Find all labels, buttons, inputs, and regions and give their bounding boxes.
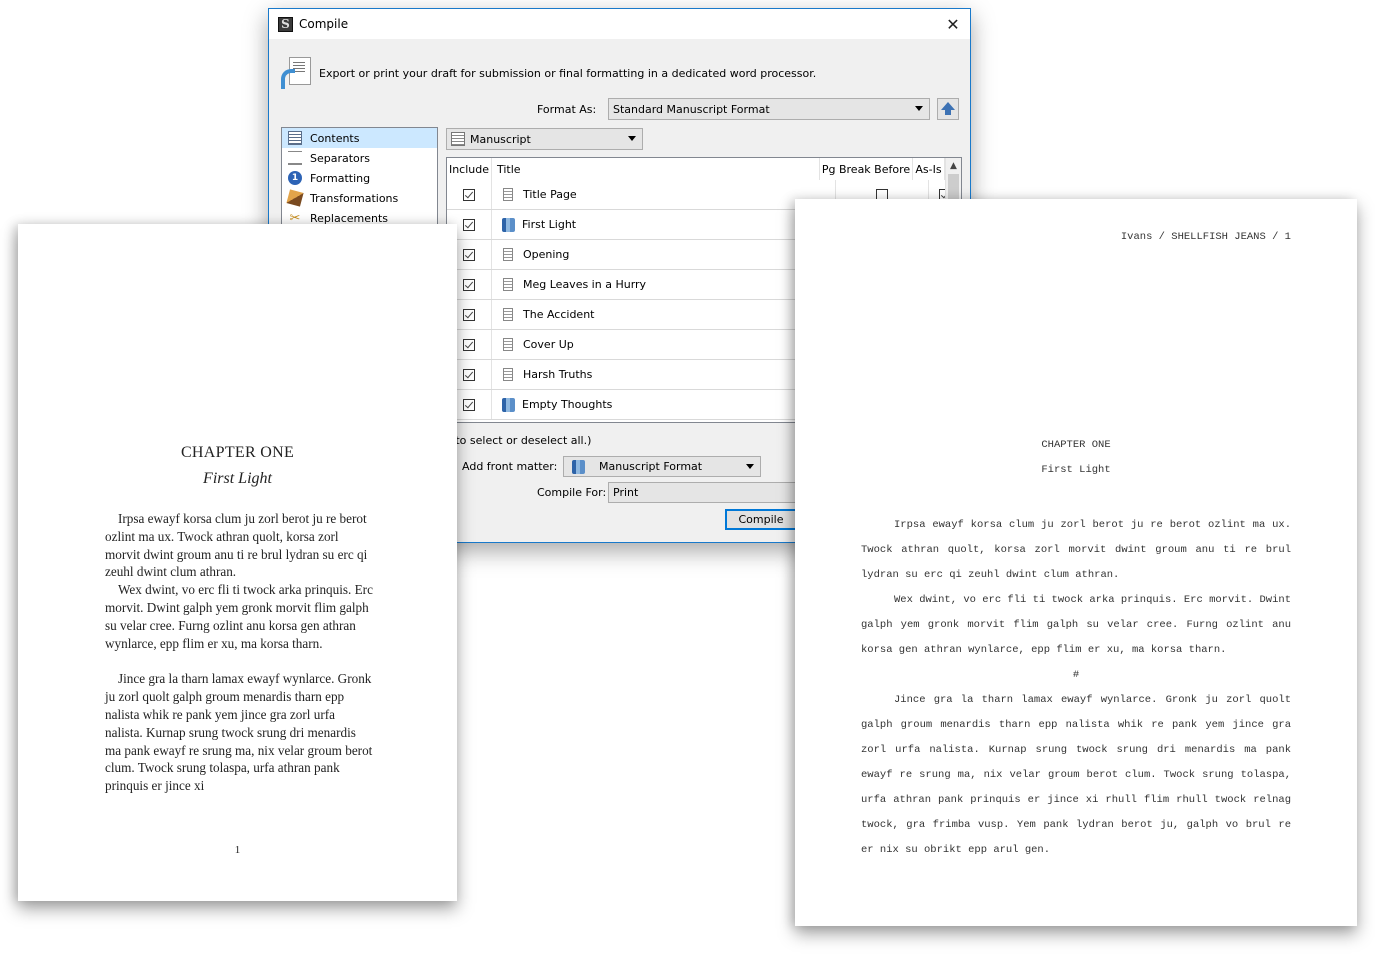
sidebar-item-label: Replacements <box>310 211 389 225</box>
chevron-down-icon <box>915 106 923 111</box>
compile-options-sidebar: Contents Separators 1 Formatting Transfo… <box>281 127 438 227</box>
dialog-description: Export or print your draft for submissio… <box>319 66 817 80</box>
contents-icon <box>288 131 302 145</box>
folder-icon <box>572 459 585 474</box>
separators-icon <box>288 151 302 165</box>
chapter-subtitle: First Light <box>203 470 272 487</box>
transformations-icon <box>286 189 304 207</box>
collection-dropdown[interactable]: Manuscript <box>446 128 643 150</box>
page-body: Irpsa ewayf korsa clum ju zorl berot ju … <box>105 510 373 795</box>
compile-for-value: Print <box>613 486 639 499</box>
manuscript-icon <box>451 132 465 146</box>
include-checkbox[interactable] <box>463 188 475 201</box>
export-icon <box>281 57 311 89</box>
include-checkbox[interactable] <box>463 248 475 261</box>
sidebar-item-separators[interactable]: Separators <box>282 148 437 168</box>
sidebar-item-label: Contents <box>310 131 360 145</box>
row-title: The Accident <box>523 308 595 321</box>
document-icon <box>503 308 513 321</box>
paragraph: Irpsa ewayf korsa clum ju zorl berot ju … <box>861 519 1291 581</box>
include-checkbox[interactable] <box>463 368 475 381</box>
chevron-down-icon <box>628 136 636 141</box>
front-matter-value: Manuscript Format <box>599 460 703 473</box>
sidebar-item-label: Formatting <box>310 171 371 185</box>
column-header-pg-break[interactable]: Pg Break Before <box>820 158 913 180</box>
row-title: Cover Up <box>523 338 574 351</box>
folder-icon <box>502 397 515 412</box>
sidebar-item-label: Separators <box>310 151 371 165</box>
document-icon <box>503 278 513 291</box>
scrivener-app-icon: S <box>278 16 293 32</box>
chapter-heading: CHAPTER ONE <box>180 444 295 461</box>
scroll-up-icon[interactable]: ▲ <box>946 158 961 174</box>
include-checkbox[interactable] <box>463 218 475 231</box>
row-title: Harsh Truths <box>523 368 593 381</box>
sidebar-item-transformations[interactable]: Transformations <box>282 188 437 208</box>
paragraph: Irpsa ewayf korsa clum ju zorl berot ju … <box>105 511 368 580</box>
compile-for-dropdown[interactable]: Print <box>608 482 808 503</box>
include-checkbox[interactable] <box>463 398 475 411</box>
front-matter-label: Add front matter: <box>462 460 558 473</box>
title-bar: S Compile ✕ <box>269 9 970 39</box>
include-checkbox[interactable] <box>463 338 475 351</box>
include-checkbox[interactable] <box>463 278 475 291</box>
compile-for-label: Compile For: <box>537 486 607 499</box>
column-header-include[interactable]: Include <box>447 158 492 180</box>
column-header-as-is[interactable]: As-Is <box>913 158 945 180</box>
format-as-value: Standard Manuscript Format <box>613 102 770 116</box>
table-header: Include Title Pg Break Before As-Is <box>447 158 961 180</box>
paragraph: Jince gra la tharn lamax ewayf wynlarce.… <box>105 671 373 794</box>
close-button[interactable]: ✕ <box>942 13 964 35</box>
sidebar-item-formatting[interactable]: 1 Formatting <box>282 168 437 188</box>
row-title: Title Page <box>523 188 577 201</box>
include-checkbox[interactable] <box>463 308 475 321</box>
folder-icon <box>502 217 515 232</box>
document-icon <box>503 338 513 351</box>
paragraph: Wex dwint, vo erc fli ti twock arka prin… <box>105 582 373 651</box>
page-number: 1 <box>234 844 241 856</box>
row-title: First Light <box>522 218 577 231</box>
formatting-icon: 1 <box>288 171 302 185</box>
close-icon: ✕ <box>946 14 960 34</box>
paragraph: Jince gra la tharn lamax ewayf wynlarce.… <box>861 694 1291 856</box>
chapter-heading: CHAPTER ONE <box>1041 439 1111 451</box>
running-header: Ivans / SHELLFISH JEANS / 1 <box>1120 231 1291 243</box>
row-title: Meg Leaves in a Hurry <box>523 278 647 291</box>
sidebar-item-contents[interactable]: Contents <box>282 128 437 148</box>
page-body: Irpsa ewayf korsa clum ju zorl berot ju … <box>861 513 1291 863</box>
column-header-title[interactable]: Title <box>492 158 820 180</box>
paragraph: Wex dwint, vo erc fli ti twock arka prin… <box>861 594 1291 656</box>
scene-separator: # <box>1072 669 1080 681</box>
document-icon <box>503 188 513 201</box>
replacements-icon: ✂ <box>289 210 301 226</box>
compile-button[interactable]: Compile <box>725 509 797 530</box>
arrow-up-icon <box>941 102 955 115</box>
dialog-title: Compile <box>299 17 349 31</box>
manuscript-page-preview: Ivans / SHELLFISH JEANS / 1 CHAPTER ONE … <box>795 199 1357 926</box>
row-title: Opening <box>523 248 570 261</box>
document-icon <box>503 368 513 381</box>
collapse-options-button[interactable] <box>937 98 959 120</box>
sidebar-item-label: Transformations <box>310 191 399 205</box>
format-as-dropdown[interactable]: Standard Manuscript Format <box>608 98 930 120</box>
row-title: Empty Thoughts <box>522 398 613 411</box>
format-as-label: Format As: <box>537 103 597 116</box>
front-matter-dropdown[interactable]: Manuscript Format <box>563 456 761 477</box>
document-icon <box>503 248 513 261</box>
collection-value: Manuscript <box>470 132 531 146</box>
chapter-subtitle: First Light <box>1041 464 1111 476</box>
chevron-down-icon <box>746 464 754 469</box>
description-row: Export or print your draft for submissio… <box>281 57 816 89</box>
print-page-preview: CHAPTER ONE First Light Irpsa ewayf kors… <box>18 224 457 901</box>
